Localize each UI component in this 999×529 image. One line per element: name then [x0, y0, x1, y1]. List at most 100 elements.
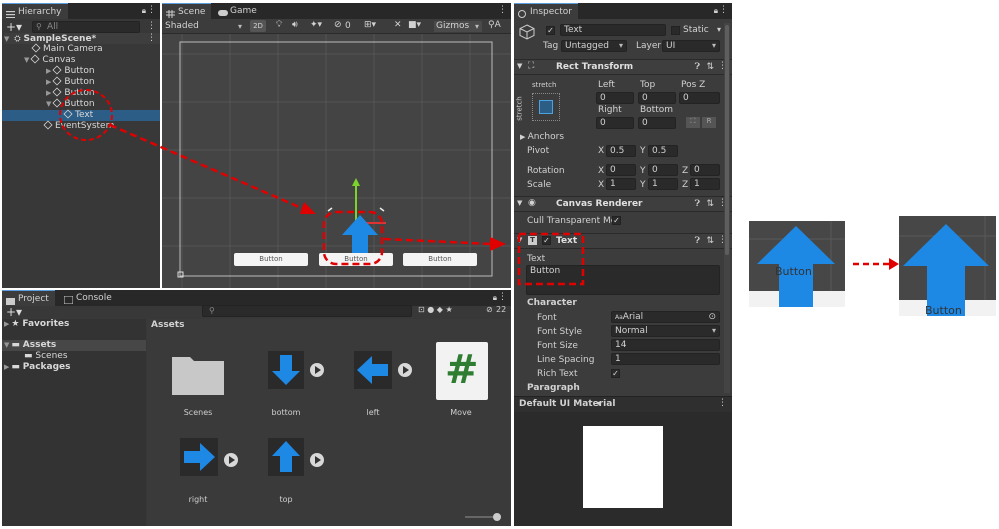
- tools-icon[interactable]: ✕: [394, 20, 402, 30]
- tree-assets[interactable]: ▼ ▬ Assets: [2, 340, 146, 351]
- active-checkbox[interactable]: ✓: [546, 26, 555, 35]
- anchors-foldout[interactable]: ▶ Anchors: [520, 132, 564, 143]
- tab-scene[interactable]: Scene: [162, 3, 212, 19]
- more-menu-icon[interactable]: ⋮: [719, 5, 728, 15]
- camera-icon[interactable]: ■▾: [408, 20, 421, 30]
- chevron-down-icon[interactable]: ▾: [717, 25, 721, 34]
- more-menu-icon[interactable]: ⋮: [718, 398, 727, 408]
- help-icon[interactable]: ❓︎: [695, 236, 700, 246]
- 2d-toggle[interactable]: 2D: [250, 20, 266, 32]
- tab-project[interactable]: Project: [2, 290, 55, 306]
- line-spacing-field[interactable]: 1: [611, 353, 720, 365]
- more-menu-icon[interactable]: ⋮: [498, 292, 507, 302]
- folder-asset-icon[interactable]: [172, 351, 224, 395]
- right-field[interactable]: 0: [596, 117, 634, 129]
- scene-button-3[interactable]: Button: [403, 253, 477, 266]
- tab-inspector[interactable]: Inspector: [514, 3, 578, 19]
- cull-checkbox[interactable]: ✓: [612, 216, 621, 225]
- hidden-objects-icon[interactable]: ⊘: [334, 20, 342, 30]
- more-menu-icon[interactable]: ⋮: [147, 33, 156, 44]
- hierarchy-item-button[interactable]: ▶ Button: [46, 87, 95, 99]
- blueprint-mode-button[interactable]: ⛶: [686, 117, 700, 128]
- scene-row[interactable]: ▼ ⛭ SampleScene* ⋮: [4, 33, 160, 44]
- more-menu-icon[interactable]: ⋮: [147, 21, 156, 31]
- tab-hierarchy[interactable]: Hierarchy: [2, 3, 68, 19]
- rich-text-checkbox[interactable]: ✓: [611, 369, 620, 378]
- expand-arrow-icon[interactable]: ▼: [46, 100, 51, 108]
- scrollbar-thumb[interactable]: [725, 25, 729, 255]
- tab-console[interactable]: Console: [60, 290, 118, 306]
- object-name-field[interactable]: Text: [560, 24, 666, 36]
- left-arrow-asset[interactable]: [354, 351, 392, 389]
- help-icon[interactable]: ❓︎: [695, 199, 700, 209]
- filter-icons[interactable]: ⊡ ● ◆ ★: [418, 305, 453, 314]
- play-icon[interactable]: [310, 363, 324, 377]
- hidden-packages-icon[interactable]: ⊘: [486, 305, 493, 314]
- font-style-dropdown[interactable]: Normal: [611, 325, 720, 337]
- settings-icon[interactable]: ⇅: [706, 62, 714, 72]
- pivot-y-field[interactable]: 0.5: [648, 145, 678, 157]
- top-arrow-asset[interactable]: [268, 438, 304, 476]
- material-header[interactable]: Default UI Material ▾ ⋮: [514, 396, 732, 412]
- scale-y-field[interactable]: 1: [648, 178, 678, 190]
- scene-button-1[interactable]: Button: [234, 253, 308, 266]
- zoom-slider[interactable]: [465, 513, 501, 521]
- hierarchy-item-text-selected[interactable]: Text: [2, 109, 160, 121]
- rect-transform-header[interactable]: ▼ ⛶ Rect Transform ❓︎ ⇅ ⋮: [514, 59, 732, 75]
- object-picker-icon[interactable]: ⊙: [708, 312, 716, 322]
- hierarchy-search-input[interactable]: ⚲ All: [32, 21, 140, 33]
- rotation-y-field[interactable]: 0: [648, 164, 678, 176]
- hierarchy-item-button[interactable]: ▼ Button: [46, 98, 95, 110]
- text-area[interactable]: Button: [526, 265, 720, 295]
- font-field[interactable]: AaArial ⊙: [611, 311, 720, 323]
- hierarchy-item-canvas[interactable]: ▼ Canvas: [24, 54, 75, 66]
- lock-icon[interactable]: 🔒︎: [142, 6, 146, 16]
- font-size-field[interactable]: 14: [611, 339, 720, 351]
- play-icon[interactable]: [224, 453, 238, 467]
- static-checkbox[interactable]: [671, 26, 680, 35]
- search-icon[interactable]: ⚲A: [488, 20, 501, 30]
- collapse-arrow-icon[interactable]: ▶: [46, 67, 51, 75]
- project-add-button[interactable]: +▾: [6, 305, 22, 319]
- collapse-arrow-icon[interactable]: ▶: [46, 78, 51, 86]
- play-icon[interactable]: [398, 363, 412, 377]
- hierarchy-item-button[interactable]: ▶ Button: [46, 65, 95, 77]
- more-menu-icon[interactable]: ⋮: [498, 5, 507, 15]
- layer-dropdown[interactable]: UI: [662, 40, 720, 52]
- anchor-presets-button[interactable]: [532, 93, 560, 121]
- project-search-input[interactable]: ⚲: [202, 305, 412, 317]
- csharp-script-icon[interactable]: #: [436, 342, 488, 400]
- shading-dropdown[interactable]: Shaded: [165, 21, 245, 32]
- bottom-arrow-asset[interactable]: [268, 351, 304, 389]
- lock-icon[interactable]: 🔒︎: [714, 6, 718, 16]
- gizmos-dropdown[interactable]: Gizmos: [434, 21, 482, 32]
- help-icon[interactable]: ❓︎: [695, 62, 700, 72]
- canvas-renderer-header[interactable]: ▼ ◉ Canvas Renderer ❓︎ ⇅ ⋮: [514, 196, 732, 212]
- hierarchy-item-main-camera[interactable]: Main Camera: [31, 43, 103, 55]
- expand-arrow-icon[interactable]: ▼: [24, 56, 29, 64]
- tab-game[interactable]: Game: [214, 3, 263, 19]
- hierarchy-item-eventsystem[interactable]: EventSystem: [43, 120, 114, 132]
- tag-dropdown[interactable]: Untagged: [561, 40, 627, 52]
- tree-scenes[interactable]: ▬ Scenes: [24, 351, 68, 362]
- light-bulb-icon[interactable]: 💡︎: [276, 20, 282, 30]
- hierarchy-item-button[interactable]: ▶ Button: [46, 76, 95, 88]
- hierarchy-add-button[interactable]: +▾: [6, 20, 22, 34]
- text-component-header[interactable]: ▼ T ✓ Text ❓︎ ⇅ ⋮: [514, 233, 732, 249]
- scene-button-2[interactable]: Button: [319, 253, 393, 266]
- rotation-x-field[interactable]: 0: [606, 164, 636, 176]
- lock-icon[interactable]: 🔒︎: [493, 293, 497, 303]
- play-icon[interactable]: [310, 453, 324, 467]
- bottom-field[interactable]: 0: [638, 117, 676, 129]
- zoom-slider-knob[interactable]: [493, 513, 501, 521]
- right-arrow-asset[interactable]: [180, 438, 218, 476]
- raw-edit-button[interactable]: R: [702, 117, 716, 128]
- collapse-arrow-icon[interactable]: ▶: [46, 89, 51, 97]
- more-menu-icon[interactable]: ⋮: [147, 5, 156, 15]
- rotation-z-field[interactable]: 0: [690, 164, 720, 176]
- settings-icon[interactable]: ⇅: [706, 236, 714, 246]
- audio-icon[interactable]: 🔊︎: [292, 20, 298, 30]
- top-field[interactable]: 0: [638, 92, 676, 104]
- scale-x-field[interactable]: 1: [606, 178, 636, 190]
- pivot-x-field[interactable]: 0.5: [606, 145, 636, 157]
